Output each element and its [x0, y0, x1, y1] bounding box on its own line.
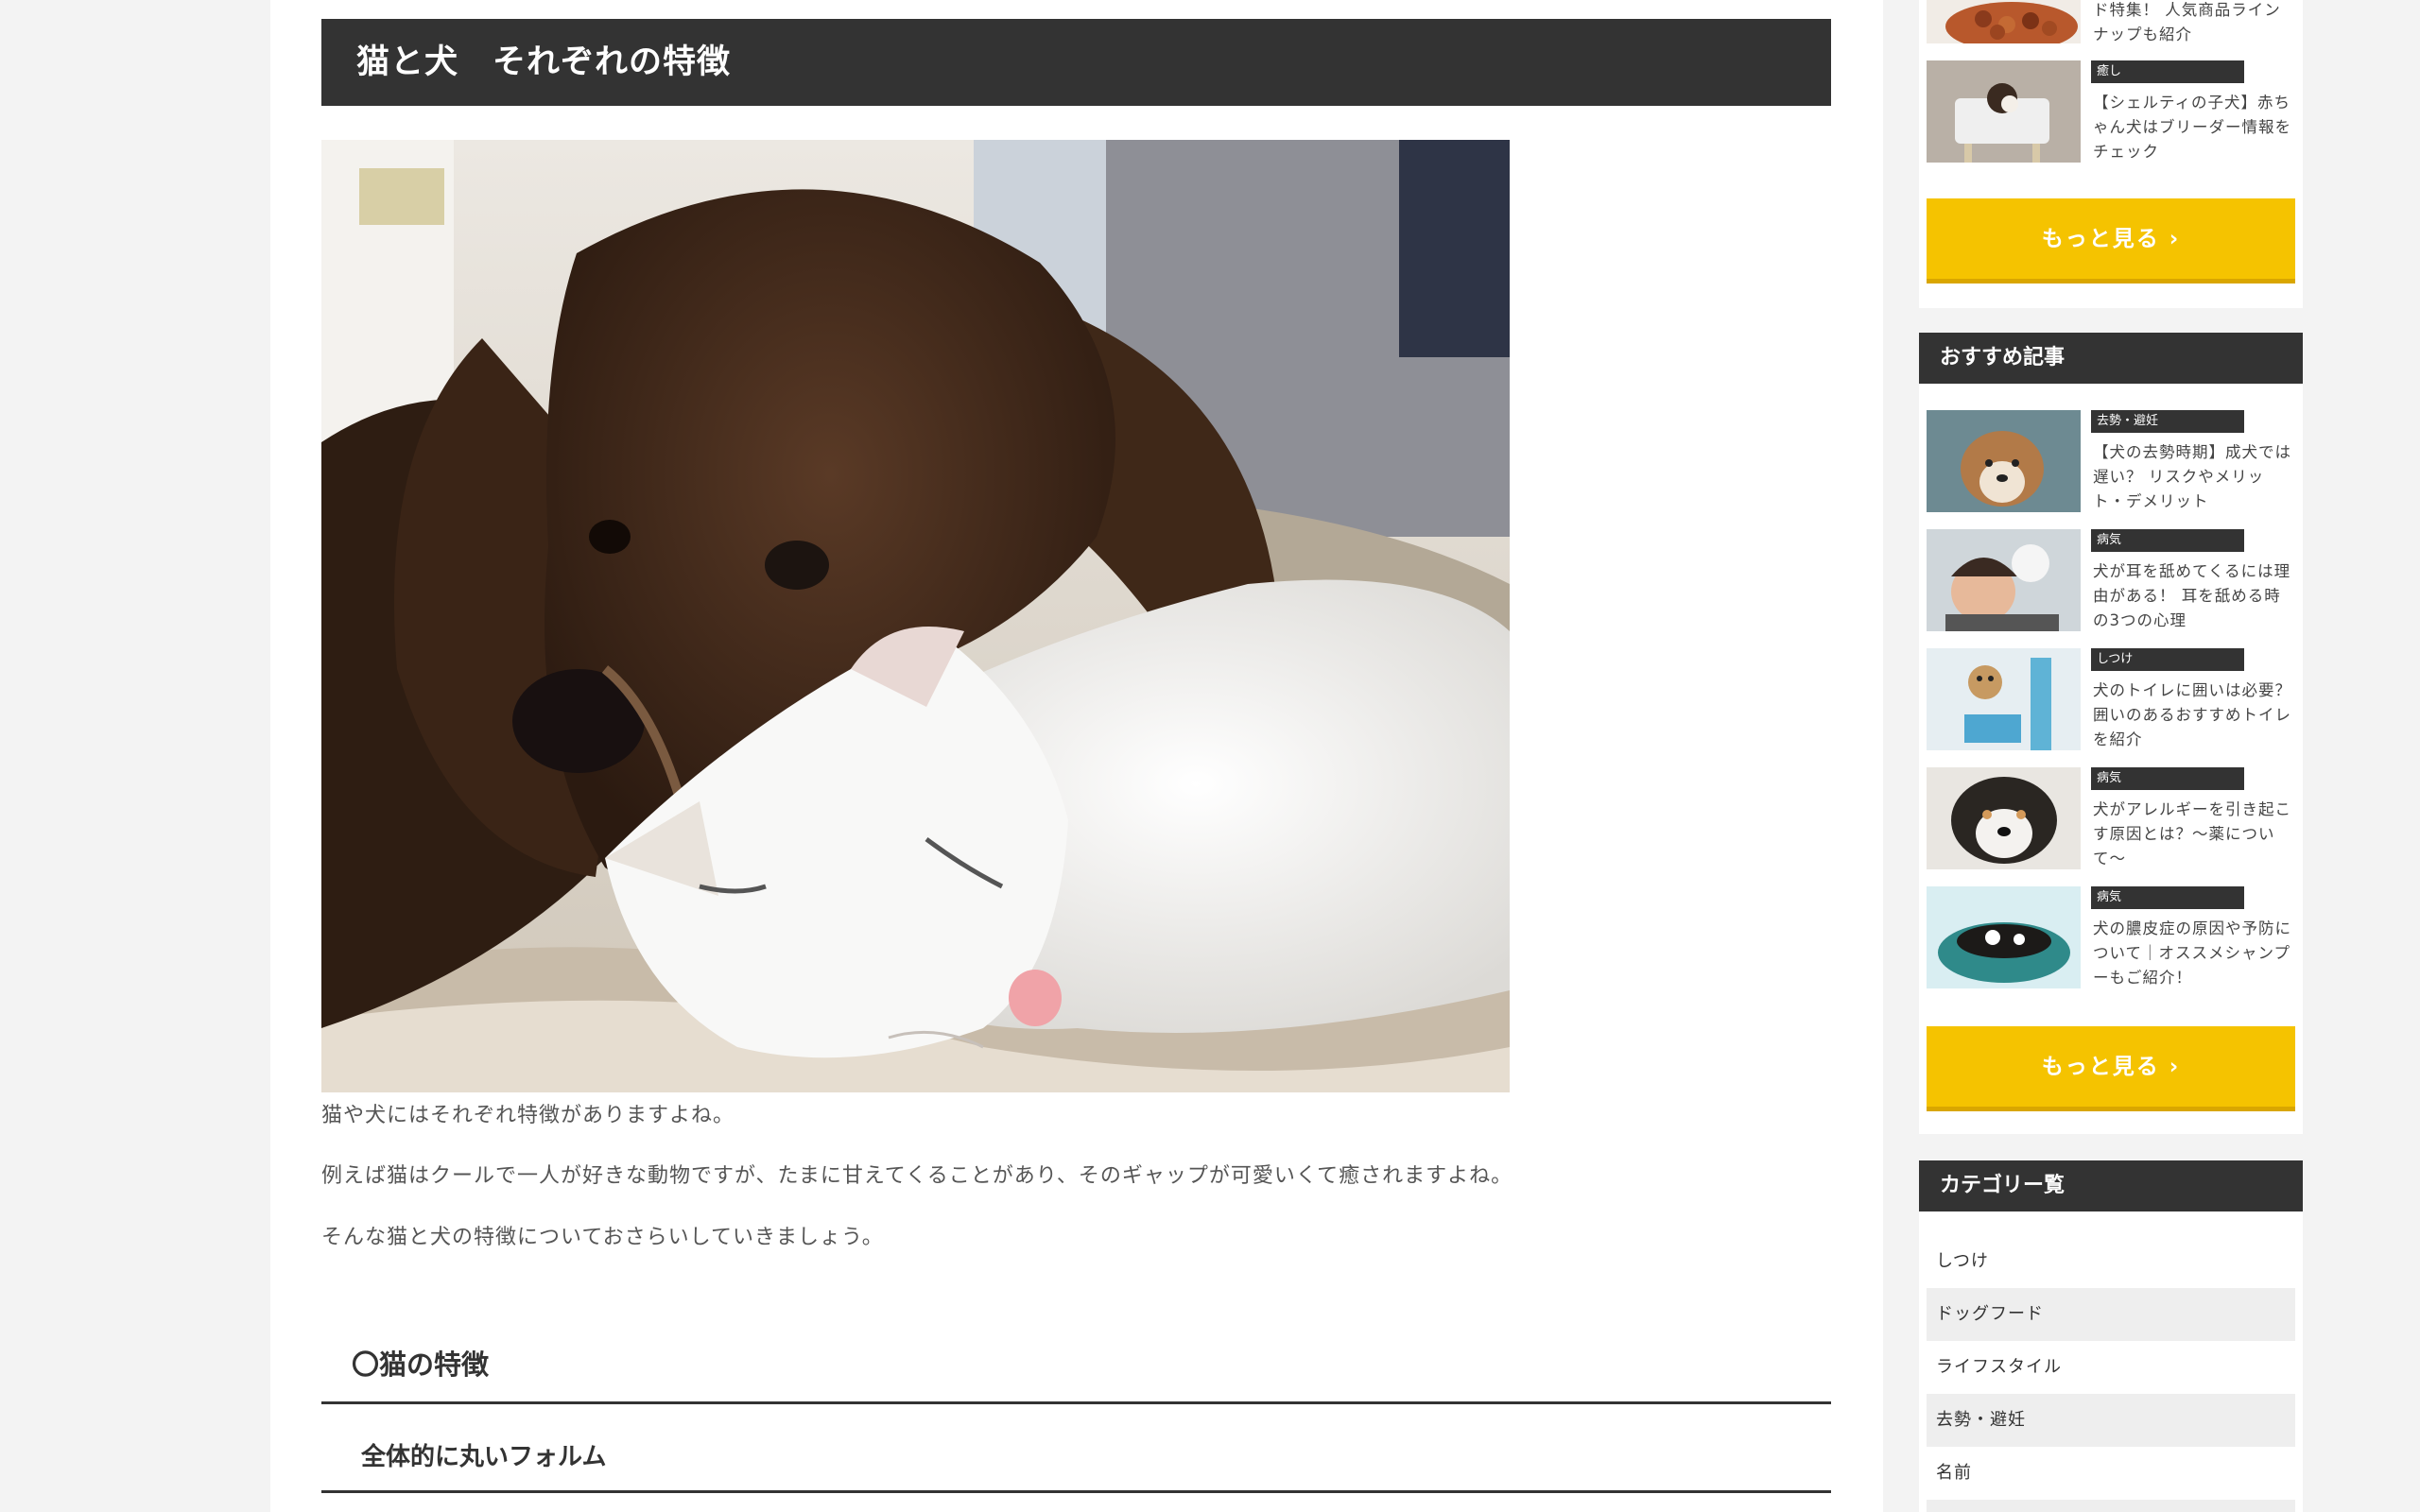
- sidebar-post-allergy[interactable]: 病気 犬がアレルギーを引き起こ す原因とは？～薬につい て～: [1927, 767, 2295, 871]
- sidebar-post-sheltie[interactable]: 癒し 【シェルティの子犬】赤ち ゃん犬はブリーダー情報を チェック: [1927, 60, 2295, 164]
- post-category-badge: 病気: [2091, 529, 2244, 552]
- recommended-posts-widget: おすすめ記事 去勢・避妊 【犬の去勢時期】成犬では 遅い？ リスクやメリッ ト・…: [1919, 333, 2303, 1134]
- sidebar-post-neuter[interactable]: 去勢・避妊 【犬の去勢時期】成犬では 遅い？ リスクやメリッ ト・デメリット: [1927, 410, 2295, 514]
- category-link-training[interactable]: しつけ: [1927, 1235, 2295, 1288]
- article-paragraph-1: 猫や犬にはそれぞれ特徴がありますよね。: [321, 1104, 735, 1127]
- post-title: 犬の膿皮症の原因や予防に ついて｜オススメシャンプ ーもご紹介！: [2093, 919, 2291, 987]
- post-thumbnail: [1927, 529, 2081, 631]
- post-thumbnail: [1927, 410, 2081, 512]
- category-link-lifestyle[interactable]: ライフスタイル: [1927, 1341, 2295, 1394]
- post-title: 犬がアレルギーを引き起こ す原因とは？～薬につい て～: [2093, 800, 2291, 868]
- post-title: ド特集！ 人気商品ライン ナップも紹介: [2093, 1, 2281, 43]
- post-title: 【シェルティの子犬】赤ち ゃん犬はブリーダー情報を チェック: [2093, 94, 2291, 161]
- sidebar-post-pyoderma[interactable]: 病気 犬の膿皮症の原因や予防に ついて｜オススメシャンプ ーもご紹介！: [1927, 886, 2295, 990]
- round-form-subheading: 全体的に丸いフォルム: [321, 1427, 1831, 1493]
- sidebar-post-dog-food[interactable]: ド特集！ 人気商品ライン ナップも紹介: [1927, 0, 2295, 45]
- category-list-heading: カテゴリー覧: [1919, 1160, 2303, 1211]
- dog-and-cat-photo: [321, 140, 1510, 1092]
- popular-posts-widget: ド特集！ 人気商品ライン ナップも紹介 癒し 【シェルティの子犬】赤ち ゃん犬は…: [1919, 0, 2303, 308]
- post-title: 犬のトイレに囲いは必要？ 囲いのあるおすすめトイレ を紹介: [2093, 681, 2291, 748]
- post-category-badge: しつけ: [2091, 648, 2244, 671]
- post-thumbnail: [1927, 767, 2081, 869]
- article-section-heading: 猫と犬 それぞれの特徴: [321, 19, 1831, 106]
- category-link-names[interactable]: 名前: [1927, 1447, 2295, 1500]
- cat-features-heading: 〇猫の特徴: [321, 1334, 1831, 1404]
- post-category-badge: 病気: [2091, 886, 2244, 909]
- recommended-heading: おすすめ記事: [1919, 333, 2303, 384]
- sidebar-post-toilet[interactable]: しつけ 犬のトイレに囲いは必要？ 囲いのあるおすすめトイレ を紹介: [1927, 648, 2295, 752]
- post-category-badge: 癒し: [2091, 60, 2244, 83]
- post-thumbnail: [1927, 886, 2081, 988]
- more-button[interactable]: もっと見る ›: [1927, 198, 2295, 284]
- post-category-badge: 病気: [2091, 767, 2244, 790]
- post-thumbnail: [1927, 648, 2081, 750]
- category-link-neuter[interactable]: 去勢・避妊: [1927, 1394, 2295, 1447]
- more-button[interactable]: もっと見る ›: [1927, 1026, 2295, 1111]
- sidebar-post-ear-licking[interactable]: 病気 犬が耳を舐めてくるには理 由がある！ 耳を舐める時 の3つの心理: [1927, 529, 2295, 633]
- post-title: 犬が耳を舐めてくるには理 由がある！ 耳を舐める時 の3つの心理: [2093, 562, 2291, 629]
- article-column: 猫と犬 それぞれの特徴 猫や犬にはそれぞれ特徴がありますよね。 例えば猫はクール…: [270, 0, 1883, 1512]
- category-list-widget: カテゴリー覧 しつけ ドッグフード ライフスタイル 去勢・避妊 名前: [1919, 1160, 2303, 1512]
- post-thumbnail: [1927, 0, 2081, 43]
- category-link-dog-food[interactable]: ドッグフード: [1927, 1288, 2295, 1341]
- post-category-badge: 去勢・避妊: [2091, 410, 2244, 433]
- post-thumbnail: [1927, 60, 2081, 163]
- article-paragraph-3: そんな猫と犬の特徴についておさらいしていきましょう。: [321, 1226, 884, 1249]
- category-link-next[interactable]: [1927, 1500, 2295, 1512]
- article-paragraph-2: 例えば猫はクールで一人が好きな動物ですが、たまに甘えてくることがあり、そのギャッ…: [321, 1164, 1513, 1188]
- post-title: 【犬の去勢時期】成犬では 遅い？ リスクやメリッ ト・デメリット: [2093, 443, 2291, 510]
